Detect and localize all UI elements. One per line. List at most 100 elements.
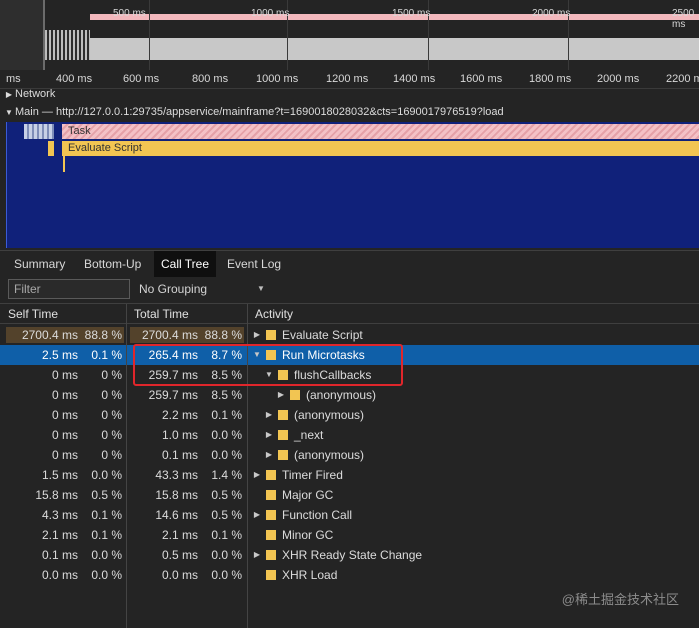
table-row[interactable]: 2.1 ms 0.1 % 2.1 ms 0.1 % Minor GC: [0, 525, 699, 545]
overview-cpu-activity: [45, 30, 90, 60]
self-time-value: 2.1 ms: [41, 528, 78, 542]
ruler-tick-label: 1600 ms: [460, 73, 503, 85]
expand-arrow-icon[interactable]: ▶: [252, 325, 262, 345]
flame-script-small[interactable]: [48, 141, 54, 156]
self-time-percent: 0 %: [101, 428, 122, 442]
time-ruler: ms 400 ms 600 ms 800 ms 1000 ms 1200 ms 1400 m…: [0, 70, 699, 89]
timeline-overview[interactable]: 500 ms 1000 ms 1500 ms 2000 ms 2500 ms: [0, 0, 699, 70]
flame-script-child[interactable]: [63, 156, 65, 172]
expand-arrow-icon[interactable]: ▶: [264, 445, 274, 465]
total-time-percent: 0.0 %: [211, 548, 242, 562]
total-time-value: 0.5 ms: [161, 548, 198, 562]
table-row[interactable]: 15.8 ms 0.5 % 15.8 ms 0.5 % Major GC: [0, 485, 699, 505]
expand-arrow-icon[interactable]: ▶: [252, 465, 262, 485]
self-time-percent: 0 %: [101, 388, 122, 402]
table-row[interactable]: 2700.4 ms 88.8 % 2700.4 ms 88.8 % ▶ Evaluate …: [0, 325, 699, 345]
self-time-value: 0.1 ms: [41, 548, 78, 562]
activity-label: (anonymous): [294, 448, 365, 462]
table-row[interactable]: 0 ms 0 % 0.1 ms 0.0 % ▶ (anonymous): [0, 445, 699, 465]
expand-arrow-icon[interactable]: ▶: [3, 90, 15, 99]
dropdown-caret-icon: ▼: [257, 284, 265, 293]
details-tabs: Summary Bottom-Up Call Tree Event Log: [0, 250, 699, 277]
activity-label: (anonymous): [294, 408, 365, 422]
table-row[interactable]: 0 ms 0 % 259.7 ms 8.5 % ▶ (anonymous): [0, 385, 699, 405]
self-time-percent: 0.1 %: [91, 508, 122, 522]
tab-bottom-up[interactable]: Bottom-Up: [77, 251, 148, 277]
table-row[interactable]: 4.3 ms 0.1 % 14.6 ms 0.5 % ▶ Function Call: [0, 505, 699, 525]
total-time-percent: 0.5 %: [211, 508, 242, 522]
flame-evaluate-script-label: Evaluate Script: [68, 142, 142, 154]
table-row[interactable]: 0 ms 0 % 2.2 ms 0.1 % ▶ (anonymous): [0, 405, 699, 425]
overview-tick-label: 1000 ms: [251, 8, 290, 19]
tab-call-tree[interactable]: Call Tree: [154, 251, 217, 277]
total-time-percent: 1.4 %: [211, 468, 242, 482]
column-header-total-time[interactable]: Total Time: [126, 304, 247, 324]
expand-arrow-icon[interactable]: ▶: [252, 545, 262, 565]
grouping-select[interactable]: No Grouping ▼: [133, 279, 271, 299]
total-time-value: 259.7 ms: [148, 388, 198, 402]
total-time-value: 43.3 ms: [155, 468, 198, 482]
activity-label: Timer Fired: [282, 468, 343, 482]
table-row[interactable]: 0 ms 0 % 1.0 ms 0.0 % ▶ _next: [0, 425, 699, 445]
self-time-value: 0.0 ms: [41, 568, 78, 582]
category-color-swatch: [266, 550, 276, 560]
self-time-value: 0 ms: [51, 388, 78, 402]
tab-event-log[interactable]: Event Log: [220, 251, 288, 277]
column-divider[interactable]: [126, 304, 127, 628]
table-row[interactable]: 0.1 ms 0.0 % 0.5 ms 0.0 % ▶ XHR Ready State C…: [0, 545, 699, 565]
overview-cpu-chart: [90, 38, 699, 60]
overview-tick-label: 500 ms: [113, 8, 146, 19]
column-header-activity[interactable]: Activity: [247, 304, 699, 324]
self-time-value: 0 ms: [51, 368, 78, 382]
flame-evaluate-script-bar[interactable]: Evaluate Script: [62, 141, 699, 156]
ruler-tick-label: 1200 ms: [326, 73, 369, 85]
self-time-percent: 0.0 %: [91, 468, 122, 482]
table-row[interactable]: 1.5 ms 0.0 % 43.3 ms 1.4 % ▶ Timer Fired: [0, 465, 699, 485]
activity-label: XHR Ready State Change: [282, 548, 423, 562]
flame-task-label: Task: [68, 125, 91, 137]
activity-label: Function Call: [282, 508, 353, 522]
flame-task-bar[interactable]: Task: [62, 124, 699, 139]
ruler-tick-label: 1400 ms: [393, 73, 436, 85]
activity-label: (anonymous): [306, 388, 377, 402]
self-time-value: 0 ms: [51, 408, 78, 422]
self-time-percent: 88.8 %: [84, 328, 122, 342]
self-time-percent: 0.1 %: [91, 528, 122, 542]
category-color-swatch: [266, 510, 276, 520]
total-time-value: 0.1 ms: [161, 448, 198, 462]
expand-arrow-icon[interactable]: ▶: [264, 425, 274, 445]
flame-left-edge: [6, 122, 7, 248]
total-time-value: 0.0 ms: [161, 568, 198, 582]
activity-label: _next: [294, 428, 324, 442]
self-time-percent: 0 %: [101, 368, 122, 382]
overview-selection-handle[interactable]: [43, 0, 45, 70]
filter-input[interactable]: [8, 279, 130, 299]
self-time-percent: 0 %: [101, 408, 122, 422]
self-time-percent: 0.0 %: [91, 548, 122, 562]
column-header-self-time[interactable]: Self Time: [0, 304, 126, 324]
network-track-header[interactable]: ▶ Network: [0, 88, 699, 106]
total-time-percent: 0.0 %: [211, 568, 242, 582]
tab-summary[interactable]: Summary: [7, 251, 72, 277]
activity-label: XHR Load: [282, 568, 338, 582]
expand-arrow-icon[interactable]: ▶: [276, 385, 286, 405]
category-color-swatch: [266, 570, 276, 580]
total-time-percent: 0.1 %: [211, 528, 242, 542]
collapse-arrow-icon[interactable]: ▼: [3, 108, 15, 117]
watermark: @稀土掘金技术社区: [561, 592, 679, 607]
filter-toolbar: No Grouping ▼: [0, 277, 699, 304]
ruler-tick-label: 1800 ms: [529, 73, 572, 85]
flame-task-small[interactable]: [24, 124, 54, 139]
table-row[interactable]: 0.0 ms 0.0 % 0.0 ms 0.0 % XHR Load: [0, 565, 699, 585]
ruler-tick-label: 400 ms: [56, 73, 93, 85]
total-time-percent: 0.0 %: [211, 428, 242, 442]
category-color-swatch: [278, 410, 288, 420]
ruler-tick-label: 2000 ms: [597, 73, 640, 85]
total-time-value: 14.6 ms: [155, 508, 198, 522]
expand-arrow-icon[interactable]: ▶: [264, 405, 274, 425]
expand-arrow-icon[interactable]: ▶: [252, 505, 262, 525]
main-track-label: Main — http://127.0.0.1:29735/appservice…: [15, 106, 504, 118]
activity-label: Major GC: [282, 488, 334, 502]
category-color-swatch: [278, 430, 288, 440]
ruler-tick-label: 2200 ms: [666, 73, 699, 85]
